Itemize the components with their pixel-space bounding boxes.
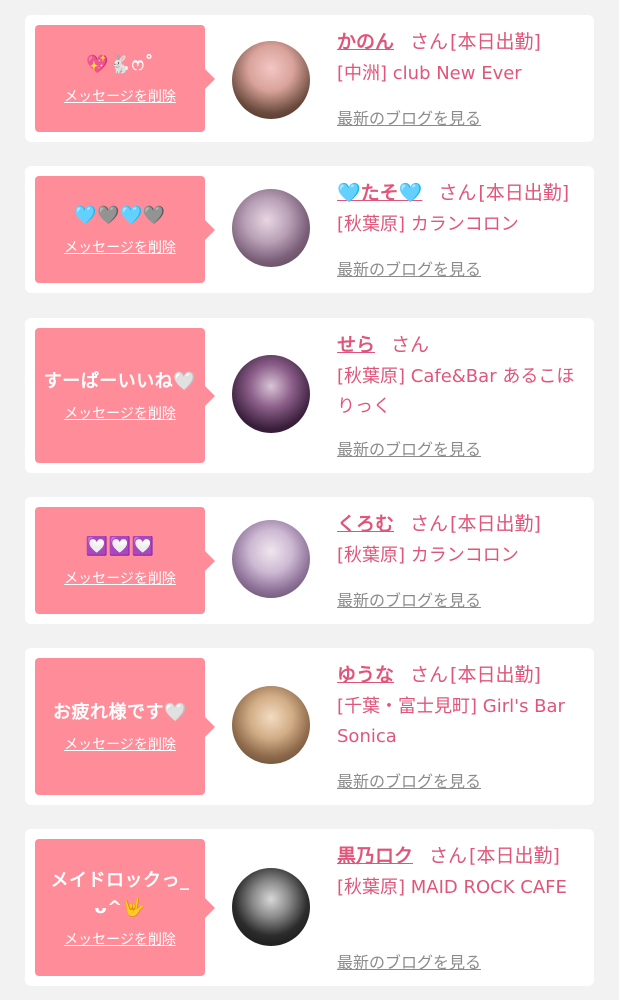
girl-name-link[interactable]: ゆうな <box>337 664 394 686</box>
latest-blog-link[interactable]: 最新のブログを見る <box>337 949 481 973</box>
girl-name-link[interactable]: かのん <box>337 31 394 53</box>
latest-blog-link[interactable]: 最新のブログを見る <box>337 436 481 460</box>
girl-name-link[interactable]: せら <box>337 334 375 356</box>
latest-blog-link[interactable]: 最新のブログを見る <box>337 587 481 611</box>
girl-info: ゆうな さん [本日出勤] [千葉・富士見町] Girl's Bar Sonica <box>337 660 588 752</box>
latest-blog-link[interactable]: 最新のブログを見る <box>337 105 481 129</box>
shop-name: [秋葉原] カランコロン <box>337 214 519 235</box>
work-status: [本日出勤] <box>450 31 541 53</box>
name-line: ゆうな さん [本日出勤] <box>337 660 588 690</box>
name-line: くろむ さん [本日出勤] <box>337 509 588 539</box>
delete-message-link[interactable]: メッセージを削除 <box>64 734 176 754</box>
message-bubble: すーぱーいいね🤍 メッセージを削除 <box>35 328 215 463</box>
honorific-label: さん <box>429 845 468 867</box>
message-card: 💟💟💟 メッセージを削除 くろむ さん [本日出勤] [秋葉原] カランコロン 最新のブログ… <box>25 497 594 624</box>
shop-name: [中洲] club New Ever <box>337 63 522 84</box>
work-status: [本日出勤] <box>450 664 541 686</box>
delete-message-link[interactable]: メッセージを削除 <box>64 403 176 423</box>
honorific-label: さん <box>410 664 449 686</box>
message-card: 🩵🩶🩵🩶 メッセージを削除 🩵たそ🩵 さん [本日出勤] [秋葉原] カランコロン 最新のブ… <box>25 166 594 293</box>
message-card: お疲れ様です🤍 メッセージを削除 ゆうな さん [本日出勤] [千葉・富士見町] Girl… <box>25 648 594 805</box>
name-line: 黒乃ロク さん [本日出勤] <box>337 841 588 871</box>
work-status: [本日出勤] <box>450 513 541 535</box>
shop-name: [千葉・富士見町] Girl's Bar Sonica <box>337 696 565 747</box>
message-bubble: お疲れ様です🤍 メッセージを削除 <box>35 658 215 795</box>
delete-message-link[interactable]: メッセージを削除 <box>64 568 176 588</box>
delete-message-link[interactable]: メッセージを削除 <box>64 237 176 257</box>
girl-name-link[interactable]: 黒乃ロク <box>337 845 413 867</box>
name-line: かのん さん [本日出勤] <box>337 27 588 57</box>
message-text: 💖🐇ෆ˚ <box>85 54 154 75</box>
girl-name-link[interactable]: くろむ <box>337 513 394 535</box>
name-line: せら さん <box>337 330 588 360</box>
message-card: 💖🐇ෆ˚ メッセージを削除 かのん さん [本日出勤] [中洲] club New Eve… <box>25 15 594 142</box>
honorific-label: さん <box>410 31 449 53</box>
girl-info: せら さん [秋葉原] Cafe&Bar あるこほりっく <box>337 330 588 422</box>
delete-message-link[interactable]: メッセージを削除 <box>64 86 176 106</box>
message-text: メイドロックっ_ ᴗ^🤟 <box>50 869 190 918</box>
avatar-photo[interactable] <box>232 868 310 946</box>
message-text: 🩵🩶🩵🩶 <box>74 205 166 226</box>
message-bubble: 💟💟💟 メッセージを削除 <box>35 507 215 614</box>
avatar-photo[interactable] <box>232 355 310 433</box>
latest-blog-link[interactable]: 最新のブログを見る <box>337 768 481 792</box>
girl-name-link[interactable]: 🩵たそ🩵 <box>337 182 422 204</box>
message-card: すーぱーいいね🤍 メッセージを削除 せら さん [秋葉原] Cafe&Bar あるこほり… <box>25 318 594 473</box>
honorific-label: さん <box>410 513 449 535</box>
avatar-photo[interactable] <box>232 520 310 598</box>
shop-name: [秋葉原] カランコロン <box>337 545 519 566</box>
avatar-photo[interactable] <box>232 189 310 267</box>
honorific-label: さん <box>438 182 477 204</box>
girl-info: くろむ さん [本日出勤] [秋葉原] カランコロン <box>337 509 588 571</box>
honorific-label: さん <box>391 334 430 356</box>
avatar-photo[interactable] <box>232 41 310 119</box>
message-text: お疲れ様です🤍 <box>53 702 187 723</box>
work-status: [本日出勤] <box>478 182 570 204</box>
message-text: すーぱーいいね🤍 <box>43 371 197 392</box>
name-line: 🩵たそ🩵 さん [本日出勤] <box>337 178 588 208</box>
latest-blog-link[interactable]: 最新のブログを見る <box>337 256 481 280</box>
message-bubble: メイドロックっ_ ᴗ^🤟 メッセージを削除 <box>35 839 215 976</box>
shop-name: [秋葉原] MAID ROCK CAFE <box>337 877 567 898</box>
message-list: 💖🐇ෆ˚ メッセージを削除 かのん さん [本日出勤] [中洲] club New Eve… <box>0 0 619 1000</box>
shop-name: [秋葉原] Cafe&Bar あるこほりっく <box>337 366 575 417</box>
girl-info: 黒乃ロク さん [本日出勤] [秋葉原] MAID ROCK CAFE <box>337 841 588 903</box>
message-bubble: 💖🐇ෆ˚ メッセージを削除 <box>35 25 215 132</box>
avatar-photo[interactable] <box>232 686 310 764</box>
work-status: [本日出勤] <box>469 845 560 867</box>
message-text: 💟💟💟 <box>85 536 155 557</box>
message-card: メイドロックっ_ ᴗ^🤟 メッセージを削除 黒乃ロク さん [本日出勤] [秋葉原] MA… <box>25 829 594 986</box>
message-bubble: 🩵🩶🩵🩶 メッセージを削除 <box>35 176 215 283</box>
girl-info: かのん さん [本日出勤] [中洲] club New Ever <box>337 27 588 89</box>
delete-message-link[interactable]: メッセージを削除 <box>64 929 176 949</box>
girl-info: 🩵たそ🩵 さん [本日出勤] [秋葉原] カランコロン <box>337 178 588 240</box>
